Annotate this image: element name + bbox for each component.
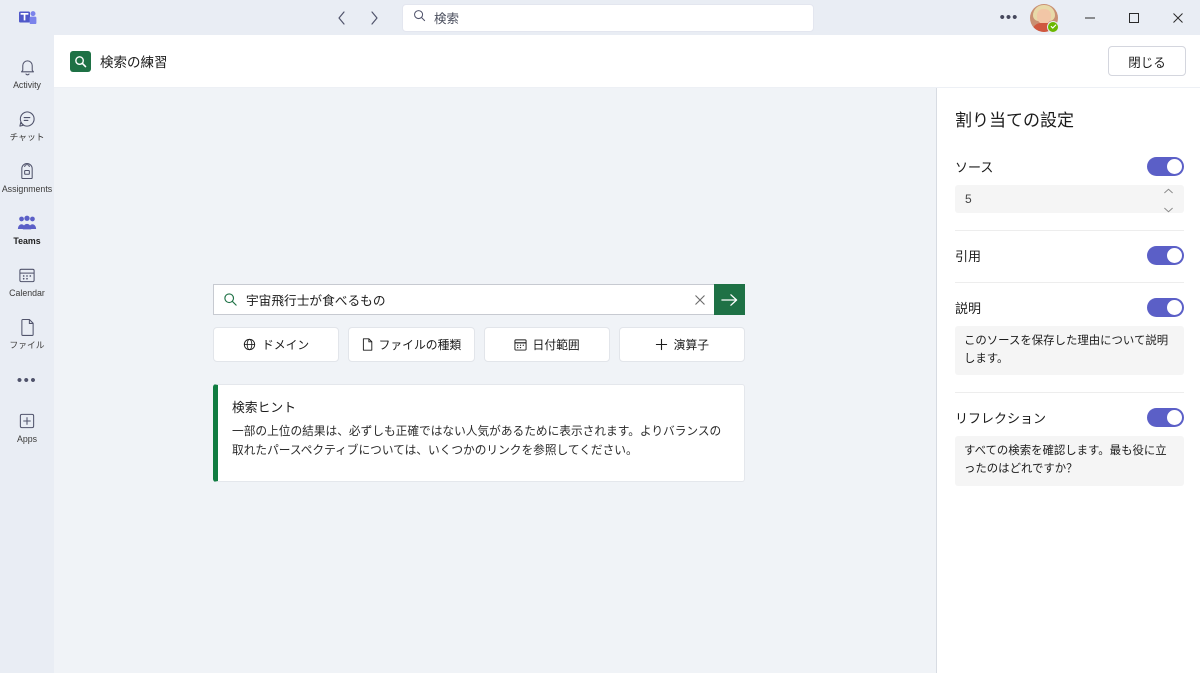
- file-icon: [20, 317, 35, 338]
- sidebar-item-assignments[interactable]: Assignments: [0, 151, 54, 203]
- filter-label: 演算子: [673, 338, 710, 352]
- app-header: 検索の練習 閉じる: [54, 35, 1200, 88]
- maximize-button[interactable]: [1112, 0, 1156, 35]
- filter-buttons: ドメイン ファイルの種類 日付範囲 演算子: [213, 327, 745, 362]
- reflection-toggle[interactable]: [1147, 408, 1184, 428]
- document-icon: [362, 338, 373, 351]
- sidebar-item-label: Assignments: [1, 183, 53, 194]
- sidebar-item-label: Activity: [13, 79, 41, 90]
- minimize-button[interactable]: [1068, 0, 1112, 35]
- divider: [955, 230, 1184, 231]
- search-area: ドメイン ファイルの種類 日付範囲 演算子 検: [213, 284, 745, 482]
- stepper-arrows[interactable]: [1163, 181, 1174, 218]
- left-navigation-rail: Activity チャット Assignments Teams Calendar: [0, 35, 54, 673]
- citations-toggle[interactable]: [1147, 246, 1184, 265]
- sidebar-item-label: ファイル: [9, 339, 45, 350]
- hint-body: 一部の上位の結果は、必ずしも正確ではない人気があるために表示されます。よりバラン…: [232, 425, 722, 457]
- calendar-icon: [513, 338, 527, 351]
- setting-label: ソース: [955, 160, 994, 175]
- filter-daterange[interactable]: 日付範囲: [483, 327, 610, 362]
- teams-logo-icon: [0, 0, 56, 35]
- setting-row-citations: 引用: [955, 246, 1184, 265]
- description-toggle[interactable]: [1147, 298, 1184, 317]
- plus-icon: [655, 338, 668, 351]
- close-button[interactable]: 閉じる: [1108, 46, 1186, 76]
- hint-title: 検索ヒント: [232, 400, 296, 415]
- sidebar-item-files[interactable]: ファイル: [0, 307, 54, 359]
- chat-icon: [18, 109, 36, 130]
- filter-domain[interactable]: ドメイン: [213, 327, 340, 362]
- filter-label: 日付範囲: [532, 338, 580, 352]
- setting-label: 引用: [955, 249, 982, 264]
- avatar[interactable]: [1030, 3, 1059, 33]
- sources-toggle[interactable]: [1147, 157, 1184, 176]
- sidebar-item-apps[interactable]: Apps: [0, 401, 54, 453]
- search-input[interactable]: [246, 285, 686, 314]
- status-badge-online: [1047, 20, 1059, 33]
- divider: [955, 392, 1184, 394]
- filter-label: ドメイン: [262, 338, 310, 352]
- description-field[interactable]: このソースを保存した理由について説明します。: [955, 326, 1184, 376]
- calendar-icon: [18, 265, 36, 286]
- filter-filetype[interactable]: ファイルの種類: [348, 327, 475, 362]
- setting-row-reflection: リフレクション: [955, 408, 1184, 428]
- panel-title: 割り当ての設定: [955, 111, 1074, 130]
- main-canvas: ドメイン ファイルの種類 日付範囲 演算子 検: [54, 88, 936, 673]
- globe-icon: [243, 338, 256, 351]
- sidebar-item-activity[interactable]: Activity: [0, 47, 54, 99]
- global-search-placeholder: 検索: [434, 12, 460, 26]
- setting-row-sources: ソース: [955, 157, 1184, 176]
- teams-people-icon: [17, 213, 37, 234]
- search-app-icon: [70, 50, 91, 72]
- filter-label: ファイルの種類: [378, 338, 462, 352]
- reflection-field[interactable]: すべての検索を確認します。最も役に立ったのはどれですか？: [955, 436, 1184, 486]
- global-search-box[interactable]: 検索: [402, 3, 814, 32]
- magnifier-icon: [214, 285, 246, 314]
- setting-row-description: 説明: [955, 298, 1184, 317]
- backpack-icon: [19, 161, 35, 182]
- search-submit-button[interactable]: [714, 284, 745, 315]
- search-icon: [413, 9, 426, 27]
- forward-button[interactable]: [360, 4, 388, 32]
- page-title: 検索の練習: [100, 55, 168, 70]
- setting-label: リフレクション: [955, 411, 1047, 427]
- nav-buttons: [328, 4, 388, 32]
- bell-icon: [19, 57, 36, 78]
- divider: [955, 282, 1184, 283]
- sidebar-item-calendar[interactable]: Calendar: [0, 255, 54, 307]
- window-controls: •••: [992, 0, 1200, 35]
- assignment-settings-panel: 割り当ての設定 ソース 5 引用 説明 このソースを保存した理由について説明しま…: [936, 88, 1200, 673]
- sidebar-item-label: チャット: [9, 131, 45, 142]
- title-bar: 検索 •••: [0, 0, 1200, 35]
- chevron-down-icon[interactable]: [1163, 200, 1174, 218]
- search-bar: [213, 284, 745, 315]
- sidebar-item-teams[interactable]: Teams: [0, 203, 54, 255]
- stepper-value: 5: [965, 192, 972, 206]
- chevron-up-icon[interactable]: [1163, 181, 1174, 199]
- back-button[interactable]: [328, 4, 356, 32]
- sidebar-more-button[interactable]: •••: [0, 359, 54, 401]
- close-x-icon[interactable]: [686, 285, 714, 314]
- sidebar-item-label: Apps: [16, 433, 38, 444]
- sidebar-item-label: Teams: [13, 235, 41, 246]
- close-window-button[interactable]: [1156, 0, 1200, 35]
- plus-box-icon: [18, 411, 36, 432]
- setting-label: 説明: [955, 301, 982, 316]
- sidebar-item-label: Calendar: [9, 287, 45, 298]
- more-options-button[interactable]: •••: [992, 0, 1026, 35]
- search-hint-card: 検索ヒント 一部の上位の結果は、必ずしも正確ではない人気があるために表示されます…: [213, 384, 745, 482]
- sources-count-stepper[interactable]: 5: [955, 185, 1184, 213]
- sidebar-item-chat[interactable]: チャット: [0, 99, 54, 151]
- filter-operators[interactable]: 演算子: [618, 327, 745, 362]
